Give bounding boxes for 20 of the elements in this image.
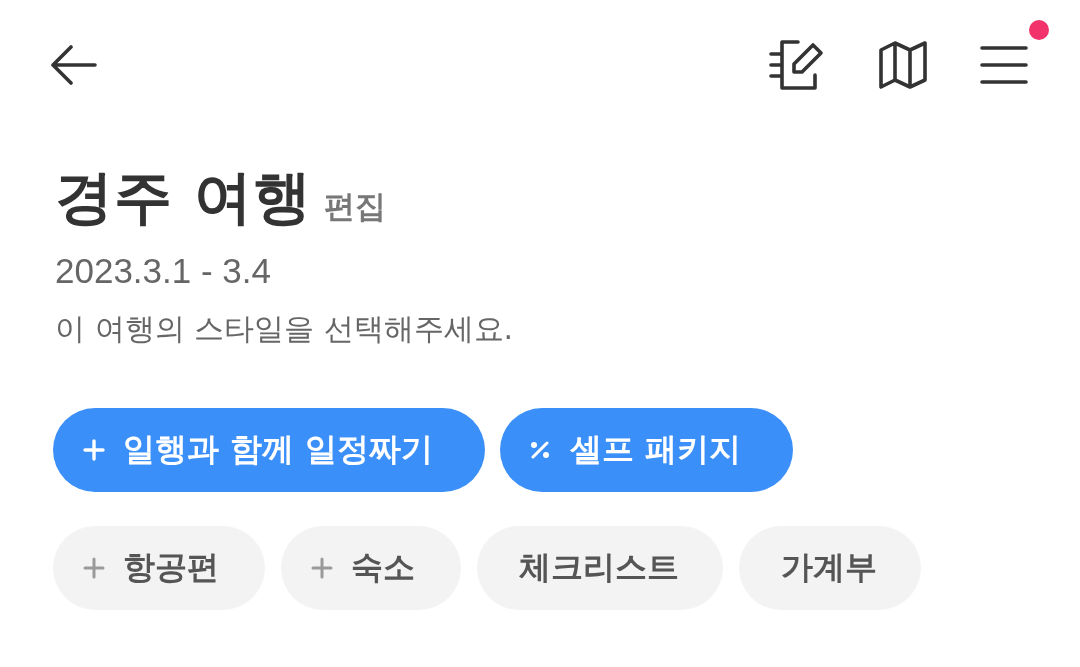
menu-icon bbox=[980, 46, 1028, 84]
edit-link[interactable]: 편집 bbox=[324, 186, 387, 228]
journal-edit-button[interactable] bbox=[768, 39, 826, 91]
style-prompt: 이 여행의 스타일을 선택해주세요. bbox=[55, 310, 515, 348]
back-button[interactable] bbox=[50, 45, 97, 85]
percent-icon bbox=[530, 441, 551, 459]
plus-icon bbox=[83, 439, 105, 461]
trip-extra-button[interactable]: 숙소 bbox=[281, 526, 461, 610]
trip-extra-button[interactable]: 체크리스트 bbox=[477, 526, 723, 610]
trip-extra-button[interactable]: 가계부 bbox=[739, 526, 921, 610]
map-icon bbox=[879, 41, 927, 89]
plus-icon bbox=[311, 557, 333, 579]
notebook-pencil-icon bbox=[768, 39, 826, 91]
map-button[interactable] bbox=[879, 41, 927, 89]
trip-extra-button[interactable]: 항공편 bbox=[53, 526, 265, 610]
back-arrow-icon bbox=[50, 45, 97, 85]
trip-title: 경주 여행 bbox=[55, 162, 313, 233]
trip-dates: 2023.3.1 - 3.4 bbox=[55, 250, 272, 292]
plus-icon bbox=[83, 557, 105, 579]
menu-button[interactable] bbox=[980, 46, 1028, 84]
